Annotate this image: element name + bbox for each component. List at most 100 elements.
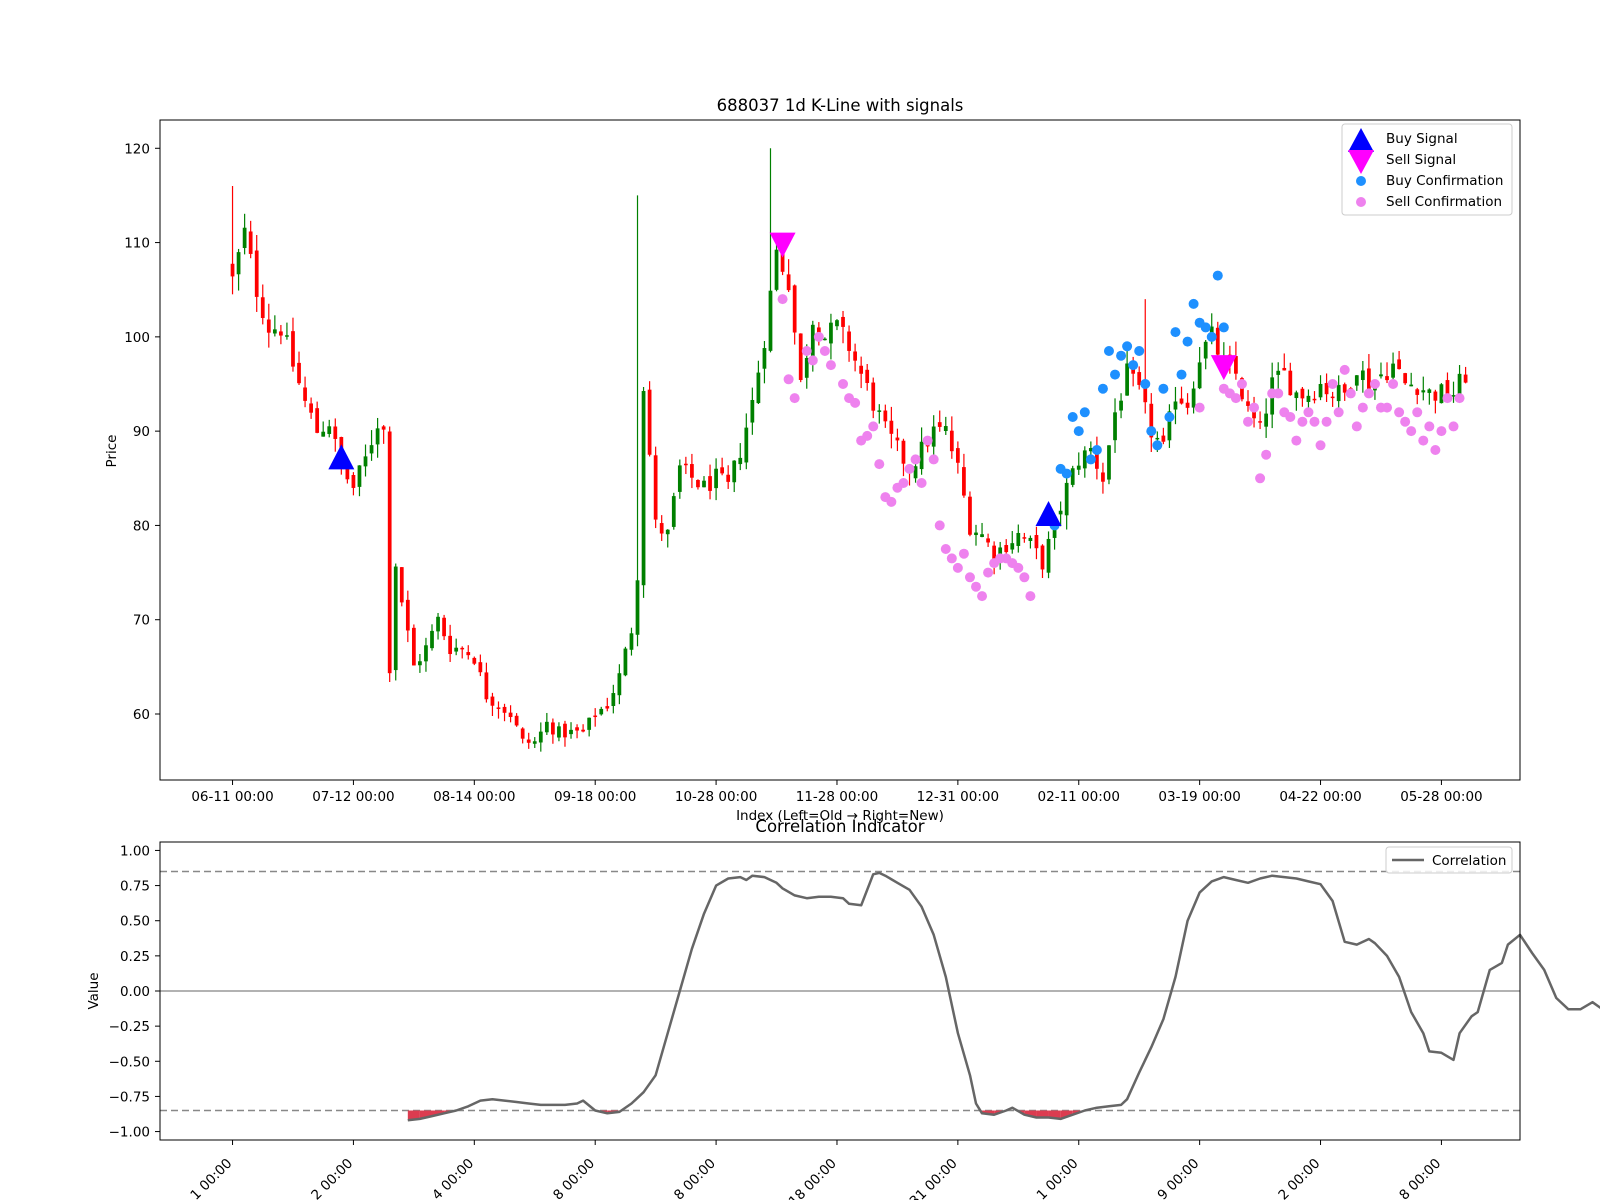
candle-down bbox=[381, 426, 386, 430]
candle-up bbox=[424, 645, 428, 662]
sell-confirmation-point bbox=[1194, 402, 1205, 413]
candle-down bbox=[708, 476, 712, 491]
sell-confirmation-point bbox=[1418, 435, 1429, 446]
candle-up bbox=[641, 391, 646, 586]
sell-confirmation-point bbox=[1297, 416, 1308, 427]
candle-up bbox=[738, 457, 743, 465]
correlation-fill bbox=[407, 1110, 1085, 1121]
sell-confirmation-point bbox=[1309, 416, 1320, 427]
legend-sell-confirmation-icon bbox=[1356, 197, 1366, 207]
candle-up bbox=[569, 729, 573, 735]
candle-down bbox=[1185, 402, 1190, 408]
candle-down bbox=[865, 369, 870, 383]
buy-confirmation-point bbox=[1116, 350, 1127, 361]
candle-up bbox=[1409, 384, 1414, 387]
correlation-y-tick-label: −1.00 bbox=[109, 1125, 150, 1141]
candle-up bbox=[1457, 373, 1462, 397]
buy-confirmation-point bbox=[1152, 440, 1163, 451]
candle-up bbox=[418, 661, 422, 666]
sell-confirmation-point bbox=[1243, 416, 1253, 427]
candle-down bbox=[1403, 373, 1408, 384]
buy-confirmation-point bbox=[1085, 454, 1096, 465]
candle-up bbox=[587, 717, 592, 730]
candle-up bbox=[1064, 482, 1069, 516]
sell-confirmation-point bbox=[813, 331, 824, 342]
candle-up bbox=[375, 428, 380, 445]
candle-up bbox=[974, 532, 978, 536]
chart-figure: 688037 1d K-Line with signals 60 70 80 90 10… bbox=[86, 96, 1600, 1204]
candle-down bbox=[575, 727, 579, 731]
sell-confirmation-point bbox=[886, 496, 897, 507]
buy-signal-marker bbox=[328, 444, 355, 470]
candle-down bbox=[647, 389, 652, 455]
candle-down bbox=[683, 463, 688, 466]
sell-confirmation-point bbox=[862, 430, 873, 441]
sell-confirmation-point bbox=[1236, 379, 1247, 389]
kline-candles bbox=[230, 148, 1468, 752]
kline-y-label: Price bbox=[104, 435, 120, 468]
candle-up bbox=[943, 426, 948, 432]
buy-confirmation-point bbox=[1164, 412, 1175, 422]
candle-down bbox=[1022, 537, 1027, 539]
correlation-x-tick-label: 9 00:00 bbox=[1155, 1156, 1203, 1200]
buy-confirmation-point bbox=[1170, 327, 1181, 338]
sell-confirmation-point bbox=[1400, 416, 1411, 427]
candle-up bbox=[1264, 413, 1269, 427]
correlation-title: Correlation Indicator bbox=[755, 817, 924, 836]
buy-confirmation-point bbox=[1218, 322, 1229, 333]
kline-x-tick-label: 09-18 00:00 bbox=[554, 789, 636, 805]
sell-confirmation-point bbox=[789, 393, 800, 404]
sell-confirmation-point bbox=[1351, 421, 1362, 432]
candle-up bbox=[1155, 437, 1160, 440]
sell-confirmation-point bbox=[1430, 445, 1441, 455]
candle-down bbox=[653, 455, 658, 520]
buy-confirmation-point bbox=[1097, 383, 1108, 394]
candle-down bbox=[1246, 401, 1250, 406]
candle-up bbox=[272, 329, 277, 334]
candle-down bbox=[520, 728, 525, 739]
correlation-y-tick-label: 0.75 bbox=[120, 879, 150, 895]
candle-down bbox=[315, 408, 320, 433]
legend-sell-signal-label: Sell Signal bbox=[1386, 152, 1456, 168]
candle-down bbox=[490, 696, 495, 706]
buy-signal-marker bbox=[1035, 501, 1062, 526]
candle-down bbox=[1258, 421, 1262, 423]
kline-y-tick-label: 70 bbox=[133, 613, 150, 629]
correlation-x-tick-label: 8 00:00 bbox=[1396, 1156, 1444, 1200]
candle-up bbox=[1336, 384, 1341, 402]
candle-up bbox=[750, 400, 755, 423]
candle-up bbox=[430, 630, 434, 649]
buy-confirmation-point bbox=[1158, 383, 1169, 394]
sell-confirmation-point bbox=[1454, 393, 1465, 404]
candle-up bbox=[1276, 370, 1281, 375]
correlation-x-tick-label: 1 00:00 bbox=[187, 1156, 235, 1200]
sell-confirmation-point bbox=[971, 581, 981, 592]
candle-up bbox=[1113, 412, 1117, 441]
candle-up bbox=[1191, 388, 1196, 408]
candle-up bbox=[1016, 532, 1021, 546]
candle-up bbox=[1010, 543, 1015, 550]
candle-up bbox=[1360, 370, 1365, 381]
candle-up bbox=[931, 426, 936, 447]
sell-confirmation-point bbox=[1363, 388, 1374, 399]
kline-panel: 688037 1d K-Line with signals 60 70 80 90 10… bbox=[104, 96, 1521, 824]
candle-down bbox=[279, 331, 283, 336]
sell-confirmation-point bbox=[1369, 379, 1380, 389]
candle-up bbox=[1070, 468, 1075, 485]
correlation-x-tick-label: 18 00:00 bbox=[786, 1156, 840, 1200]
sell-confirmation-point bbox=[1382, 402, 1393, 413]
candle-down bbox=[883, 410, 888, 422]
sell-confirmation-point bbox=[874, 459, 885, 470]
sell-confirmation-point bbox=[801, 346, 812, 356]
sell-confirmation-point bbox=[1261, 449, 1272, 460]
candle-down bbox=[696, 479, 700, 488]
sell-confirmation-point bbox=[977, 591, 988, 602]
candle-down bbox=[581, 729, 585, 732]
correlation-x-tick-label: 2 00:00 bbox=[1275, 1156, 1323, 1200]
correlation-y-tick-label: −0.50 bbox=[109, 1054, 150, 1070]
candle-down bbox=[986, 538, 990, 543]
candle-up bbox=[629, 633, 634, 650]
candle-up bbox=[285, 335, 289, 337]
kline-x-tick-label: 04-22 00:00 bbox=[1279, 789, 1361, 805]
candle-up bbox=[242, 227, 247, 249]
